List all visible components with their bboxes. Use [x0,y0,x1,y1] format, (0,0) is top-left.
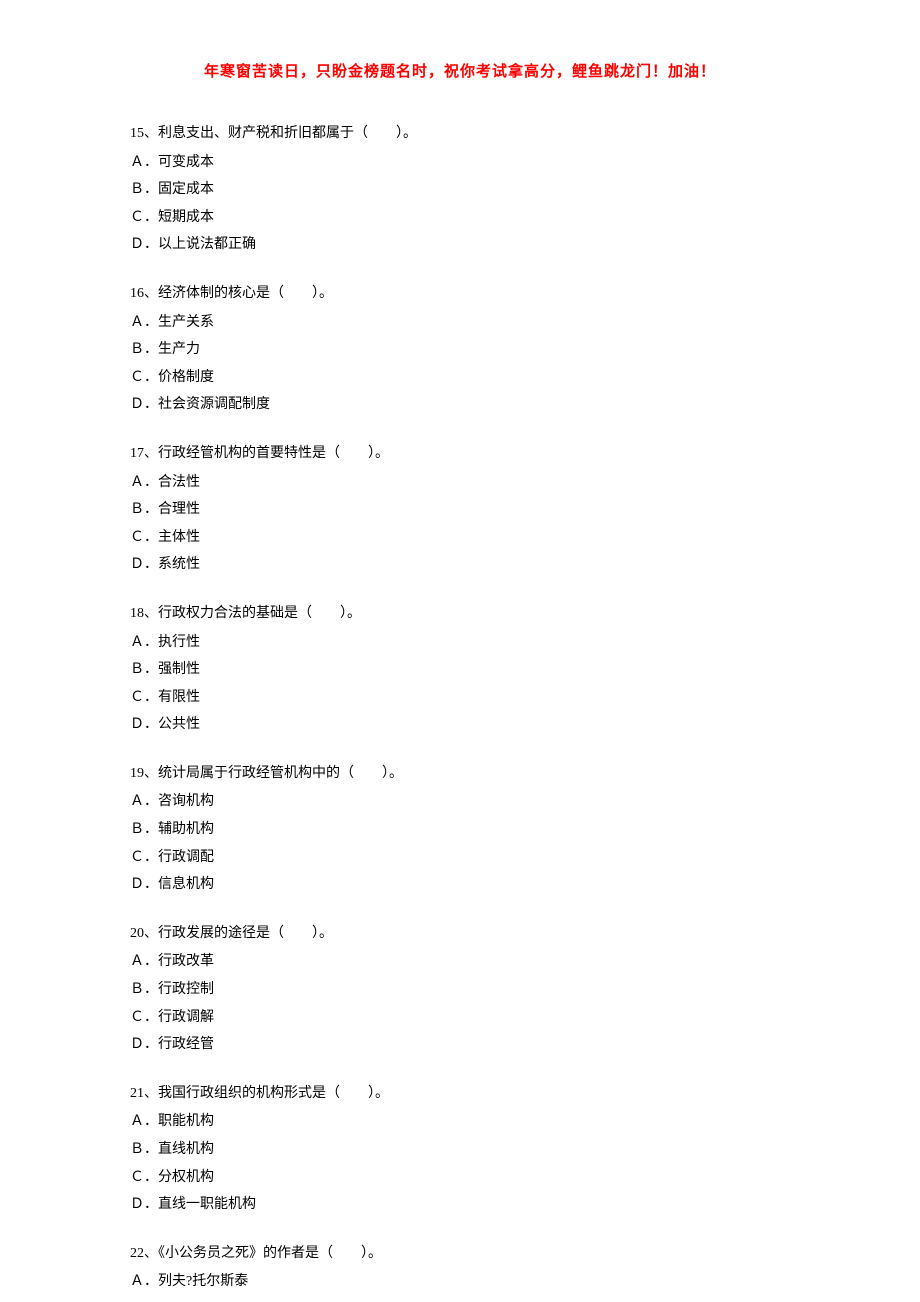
question-text: 17、行政经管机构的首要特性是（ ）。 [130,441,790,468]
question-option: Ｃ．有限性 [130,685,790,712]
question-option: Ｃ．价格制度 [130,365,790,392]
question-block: 18、行政权力合法的基础是（ ）。Ａ．执行性Ｂ．强制性Ｃ．有限性Ｄ．公共性 [130,601,790,739]
question-option: Ｄ．行政经管 [130,1032,790,1059]
question-block: 16、经济体制的核心是（ ）。Ａ．生产关系Ｂ．生产力Ｃ．价格制度Ｄ．社会资源调配… [130,281,790,419]
questions-container: 15、利息支出、财产税和折旧都属于（ ）。Ａ．可变成本Ｂ．固定成本Ｃ．短期成本Ｄ… [130,121,790,1296]
question-option: Ａ．生产关系 [130,310,790,337]
question-option: Ｂ．生产力 [130,337,790,364]
question-block: 22、《小公务员之死》的作者是（ ）。Ａ．列夫?托尔斯泰 [130,1241,790,1296]
question-option: Ｄ．以上说法都正确 [130,232,790,259]
question-option: Ｃ．分权机构 [130,1165,790,1192]
question-text: 18、行政权力合法的基础是（ ）。 [130,601,790,628]
question-option: Ｄ．社会资源调配制度 [130,392,790,419]
question-option: Ａ．可变成本 [130,150,790,177]
question-option: Ａ．执行性 [130,630,790,657]
question-option: Ｃ．行政调配 [130,845,790,872]
question-option: Ｂ．固定成本 [130,177,790,204]
question-option: Ｃ．短期成本 [130,205,790,232]
question-option: Ｄ．公共性 [130,712,790,739]
question-option: Ａ．列夫?托尔斯泰 [130,1269,790,1296]
question-text: 22、《小公务员之死》的作者是（ ）。 [130,1241,790,1268]
question-option: Ｄ．信息机构 [130,872,790,899]
question-option: Ｂ．强制性 [130,657,790,684]
question-block: 21、我国行政组织的机构形式是（ ）。Ａ．职能机构Ｂ．直线机构Ｃ．分权机构Ｄ．直… [130,1081,790,1219]
question-option: Ａ．职能机构 [130,1109,790,1136]
question-option: Ａ．咨询机构 [130,789,790,816]
question-option: Ａ．合法性 [130,470,790,497]
question-text: 16、经济体制的核心是（ ）。 [130,281,790,308]
question-block: 20、行政发展的途径是（ ）。Ａ．行政改革Ｂ．行政控制Ｃ．行政调解Ｄ．行政经管 [130,921,790,1059]
question-block: 17、行政经管机构的首要特性是（ ）。Ａ．合法性Ｂ．合理性Ｃ．主体性Ｄ．系统性 [130,441,790,579]
question-option: Ｄ．系统性 [130,552,790,579]
question-option: Ａ．行政改革 [130,949,790,976]
page-header: 年寒窗苦读日，只盼金榜题名时，祝你考试拿高分，鲤鱼跳龙门！加油！ [130,60,790,81]
question-text: 19、统计局属于行政经管机构中的（ ）。 [130,761,790,788]
question-option: Ｃ．主体性 [130,525,790,552]
question-option: Ｂ．行政控制 [130,977,790,1004]
question-option: Ｂ．合理性 [130,497,790,524]
question-text: 15、利息支出、财产税和折旧都属于（ ）。 [130,121,790,148]
question-block: 15、利息支出、财产税和折旧都属于（ ）。Ａ．可变成本Ｂ．固定成本Ｃ．短期成本Ｄ… [130,121,790,259]
question-option: Ｂ．辅助机构 [130,817,790,844]
question-option: Ｄ．直线一职能机构 [130,1192,790,1219]
question-text: 20、行政发展的途径是（ ）。 [130,921,790,948]
question-block: 19、统计局属于行政经管机构中的（ ）。Ａ．咨询机构Ｂ．辅助机构Ｃ．行政调配Ｄ．… [130,761,790,899]
question-option: Ｃ．行政调解 [130,1005,790,1032]
question-text: 21、我国行政组织的机构形式是（ ）。 [130,1081,790,1108]
question-option: Ｂ．直线机构 [130,1137,790,1164]
